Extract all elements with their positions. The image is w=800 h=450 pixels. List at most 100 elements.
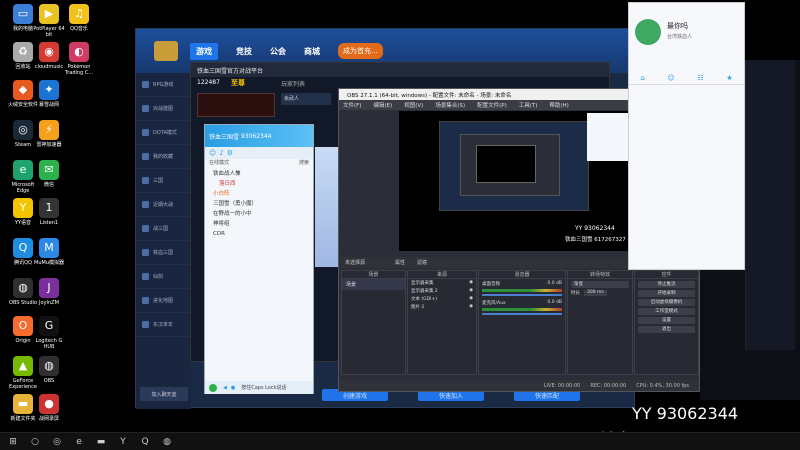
qq-settings-icon[interactable]: ⚙ [227, 149, 233, 157]
profile-avatar[interactable] [635, 19, 661, 45]
desktop-icon[interactable]: 1 Listen1 [32, 198, 66, 226]
eye-icon[interactable]: ◉ [469, 288, 473, 294]
obs-menu-item[interactable]: 场景集合(S) [435, 101, 465, 109]
tab-arena[interactable]: 竞技 [236, 46, 252, 57]
obs-menu-item[interactable]: 编辑(E) [373, 101, 392, 109]
promo-badge[interactable]: 成为首充... [338, 43, 383, 59]
qq-user-icon[interactable]: ☺ [209, 149, 216, 157]
source-item[interactable]: 图片 2 ◉ [408, 303, 476, 311]
filters-button[interactable]: 滤镜 [417, 259, 427, 266]
join-chat-button[interactable]: 加入聊天室 [140, 387, 188, 401]
obs-menu-item[interactable]: 视图(V) [404, 101, 423, 109]
game-sidebar-item[interactable]: 进化地图 [136, 289, 191, 313]
obs-control-button[interactable]: 停止推流 [638, 281, 695, 288]
desktop-icon[interactable]: ✉ 微信 [32, 160, 66, 188]
desktop-icon[interactable]: ◐ Pokémon Trading C... [62, 42, 96, 76]
qq-icon[interactable]: Q [136, 435, 154, 449]
game-sidebar-item[interactable]: 仙剑 [136, 265, 191, 289]
home-icon[interactable]: ⌂ [640, 74, 644, 82]
game-sidebar-item[interactable]: 我的收藏 [136, 145, 191, 169]
qq-search[interactable]: 搜索 [299, 159, 309, 169]
source-item[interactable]: 文本 (GDI+) ◉ [408, 295, 476, 303]
obs-control-button[interactable]: 启动虚拟摄像机 [638, 299, 695, 306]
qq-group-item[interactable]: CDR [205, 229, 313, 239]
game-sidebar-item[interactable]: 战三国 [136, 217, 191, 241]
qq-group-item[interactable]: 神将组 [205, 219, 313, 229]
space-icon[interactable]: ★ [726, 74, 732, 82]
obs-control-button[interactable]: 工作室模式 [638, 308, 695, 315]
qq-mic-icon[interactable]: ♪ [219, 149, 223, 157]
obs-control-button[interactable]: 退出 [638, 326, 695, 333]
player-list-tab[interactable]: 玩家列表 [281, 79, 305, 88]
start-icon[interactable]: ⊞ [4, 435, 22, 449]
tab-game[interactable]: 游戏 [190, 42, 218, 60]
desktop-icon[interactable]: ▶ PotPlayer 64 bit [32, 4, 66, 38]
game-sidebar-item[interactable]: 东汉末年 [136, 313, 191, 337]
preview-nested-screen [439, 121, 589, 211]
desktop-icon[interactable]: M MuMu模拟器 [32, 238, 66, 266]
qq-avatar-icon[interactable] [209, 383, 217, 392]
profile-tab-bar: ⌂ ☺ ☷ ★ [629, 71, 744, 85]
obs-preview[interactable]: YY 93062344 铁血三国雪 617267327 [399, 111, 635, 251]
obs-menu-item[interactable]: 配置文件(P) [477, 101, 507, 109]
qq-speaker-icon[interactable]: ◀ [223, 385, 227, 391]
duration-input[interactable]: 300 ms [584, 290, 607, 296]
qq-status[interactable]: 在线模式 [209, 159, 229, 169]
folder-icon: ▬ [13, 394, 33, 414]
tab-shop[interactable]: 商城 [304, 46, 320, 57]
transition-select[interactable]: 渐变 [571, 281, 629, 288]
edge-icon[interactable]: e [70, 435, 88, 449]
obs-menu-item[interactable]: 工具(T) [519, 101, 538, 109]
game-sidebar-label: DOTA模式 [153, 130, 177, 136]
scene-item[interactable]: 场景 [342, 279, 405, 290]
desktop-icon[interactable]: ● 战网录屏 [32, 394, 66, 422]
desktop-icon[interactable]: ✦ 暴雪战网 [32, 80, 66, 108]
eye-icon[interactable]: ◉ [469, 304, 473, 310]
qq-group-item[interactable]: 小白阵 [205, 189, 313, 199]
qq-group-item[interactable]: 铁血战人兼 [205, 169, 313, 179]
search-icon[interactable]: ○ [26, 435, 44, 449]
desktop-icon[interactable]: ◉ cloudmusic [32, 42, 66, 70]
game-sidebar-item[interactable]: 铁血三国 [136, 241, 191, 265]
group-icon[interactable]: ☷ [697, 74, 703, 82]
qq-profile-window[interactable]: 最你吗 台湾铁血人 ⌂ ☺ ☷ ★ [628, 2, 745, 270]
obs-menu-item[interactable]: 帮助(H) [549, 101, 568, 109]
computer-icon: ▭ [13, 4, 33, 24]
duration-row: 时长 300 ms [568, 290, 632, 296]
desktop-icon[interactable]: ⚡ 雷神加速器 [32, 120, 66, 148]
volume-slider[interactable] [482, 313, 562, 315]
eye-icon[interactable]: ◉ [469, 296, 473, 302]
player-entry[interactable]: 余武人 [281, 93, 331, 105]
yy-icon[interactable]: Y [114, 435, 132, 449]
steam-icon[interactable]: ◎ [48, 435, 66, 449]
scenes-dock-title: 场景 [342, 271, 405, 279]
contacts-icon[interactable]: ☺ [667, 74, 674, 82]
game-sidebar-item[interactable]: 三国 [136, 169, 191, 193]
game-category-icon [142, 273, 149, 280]
obs-menu-item[interactable]: 文件(F) [343, 101, 361, 109]
stream-overlay-line1: YY 93062344 [632, 404, 739, 423]
tab-guild[interactable]: 公会 [270, 46, 286, 57]
qq-group-window[interactable]: 铁血三国雪 93062344 ☺ ♪ ⚙ 在线模式 搜索 铁血战人兼 落日西 小白阵… [204, 124, 314, 394]
eye-icon[interactable]: ◉ [469, 280, 473, 286]
source-item[interactable]: 显示器采集 ◉ [408, 279, 476, 287]
obs-control-button[interactable]: 设置 [638, 317, 695, 324]
obs-icon[interactable]: ◍ [158, 435, 176, 449]
qq-group-item[interactable]: 三国雪（勇小魔） [205, 199, 313, 209]
game-sidebar-item[interactable]: DOTA模式 [136, 121, 191, 145]
qq-group-item[interactable]: 落日西 [205, 179, 313, 189]
game-sidebar-item[interactable]: 近期大战 [136, 193, 191, 217]
obs-control-button[interactable]: 开始录制 [638, 290, 695, 297]
desktop-icon[interactable]: G Logitech G HUB [32, 316, 66, 350]
source-item[interactable]: 显示器采集 2 ◉ [408, 287, 476, 295]
game-sidebar-item[interactable]: RPG游戏 [136, 73, 191, 97]
desktop-icon[interactable]: J JoyInZM [32, 278, 66, 306]
desktop-icon[interactable]: ♫ QQ音乐 [62, 4, 96, 32]
game-sidebar-item[interactable]: 对战建图 [136, 97, 191, 121]
properties-button[interactable]: 属性 [395, 259, 405, 266]
qq-group-item[interactable]: 在野战一的小中 [205, 209, 313, 219]
desktop-icon[interactable]: ◍ OBS [32, 356, 66, 384]
qq-mic2-icon[interactable]: ● [231, 385, 235, 391]
folder-icon[interactable]: ▬ [92, 435, 110, 449]
volume-slider[interactable] [482, 294, 562, 296]
